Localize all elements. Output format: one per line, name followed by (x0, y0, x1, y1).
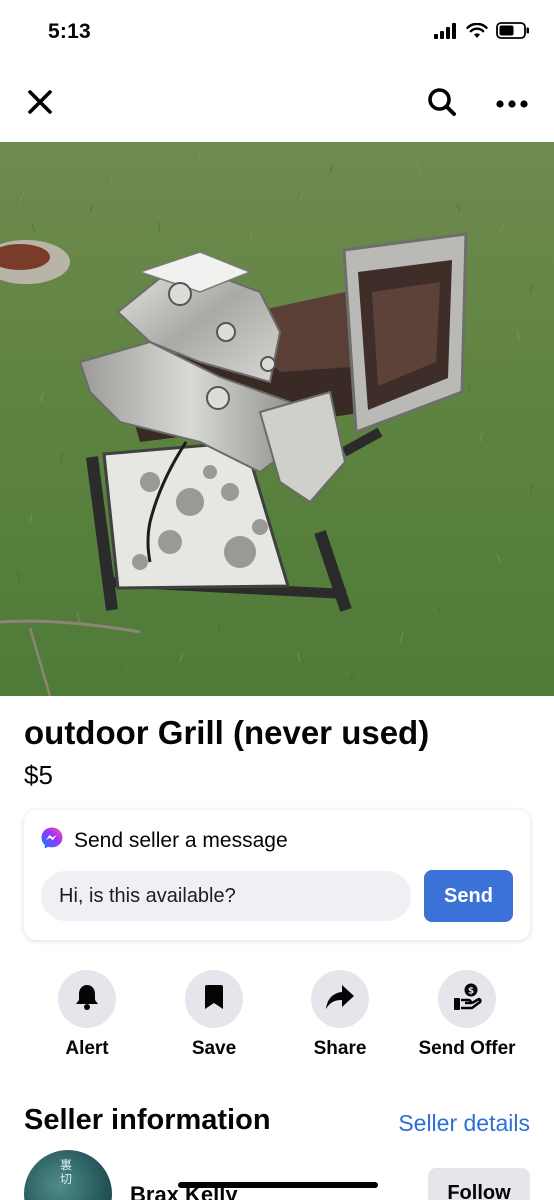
share-label: Share (313, 1038, 367, 1059)
bell-icon (74, 983, 100, 1016)
status-icons (434, 22, 530, 44)
svg-text:$: $ (468, 986, 474, 996)
save-label: Save (191, 1038, 237, 1059)
home-indicator[interactable] (178, 1182, 378, 1188)
top-nav (0, 74, 554, 134)
listing-price: $5 (24, 760, 53, 790)
message-header-label: Send seller a message (74, 828, 288, 852)
action-row: Alert Save Share $ Send Offer (0, 970, 554, 1070)
more-button[interactable] (490, 82, 534, 126)
send-button[interactable]: Send (424, 870, 513, 922)
message-card: Send seller a message Hi, is this availa… (24, 810, 530, 940)
more-icon (496, 95, 528, 113)
alert-label: Alert (65, 1038, 109, 1059)
save-button[interactable]: Save (154, 970, 274, 1060)
search-button[interactable] (420, 82, 464, 126)
send-offer-label: Send Offer (418, 1038, 516, 1059)
seller-section-title: Seller information (24, 1104, 271, 1136)
offer-icon: $ (452, 982, 482, 1017)
messenger-icon (40, 826, 64, 855)
search-icon (427, 87, 457, 122)
follow-button[interactable]: Follow (428, 1168, 530, 1200)
seller-details-link[interactable]: Seller details (398, 1110, 530, 1137)
bookmark-icon (204, 984, 224, 1015)
listing-title: outdoor Grill (never used) (24, 714, 430, 751)
message-input[interactable]: Hi, is this available? (41, 871, 411, 921)
grill-photo-illustration (0, 142, 554, 696)
avatar[interactable]: 裏切 (24, 1150, 112, 1200)
wifi-icon (466, 22, 488, 44)
signal-icon (434, 22, 458, 44)
close-button[interactable] (18, 82, 62, 126)
save-circle[interactable] (185, 970, 243, 1028)
status-bar: 5:13 (0, 0, 554, 66)
share-circle[interactable] (311, 970, 369, 1028)
close-icon (27, 89, 53, 120)
status-time: 5:13 (48, 20, 91, 43)
alert-circle[interactable] (58, 970, 116, 1028)
share-icon (325, 984, 355, 1015)
send-offer-button[interactable]: $ Send Offer (407, 970, 527, 1060)
alert-button[interactable]: Alert (27, 970, 147, 1060)
send-offer-circle[interactable]: $ (438, 970, 496, 1028)
share-button[interactable]: Share (280, 970, 400, 1060)
message-header: Send seller a message (40, 826, 288, 855)
listing-photo[interactable] (0, 142, 554, 696)
avatar-text: 裏切 (60, 1158, 73, 1186)
battery-icon (496, 22, 530, 44)
